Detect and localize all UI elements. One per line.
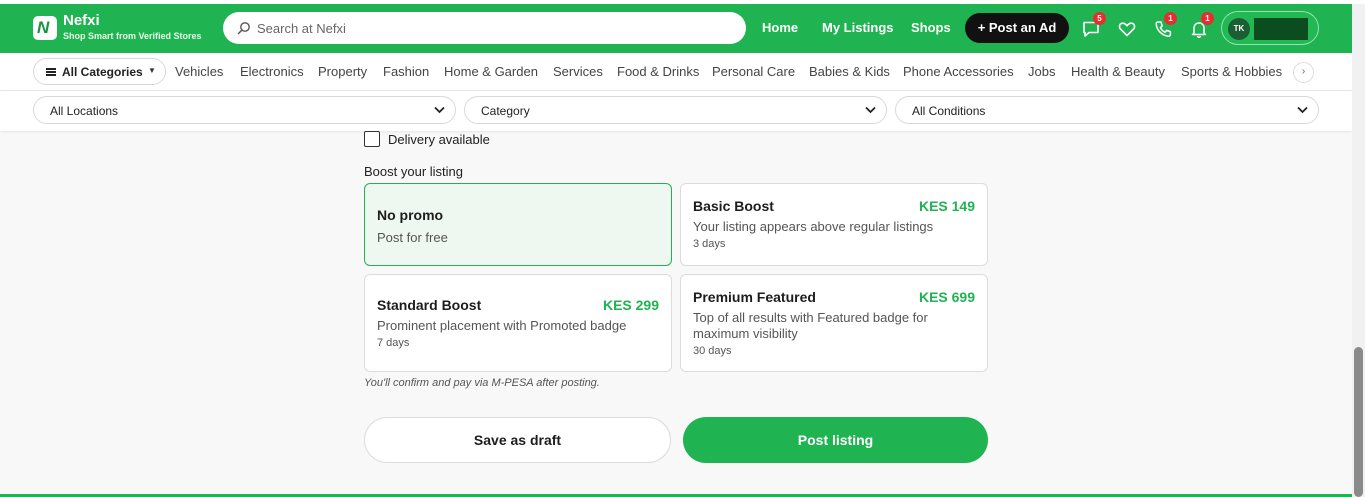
category-link[interactable]: Vehicles [175,64,223,80]
notifications-badge: 1 [1201,12,1214,25]
calls-badge: 1 [1164,12,1177,25]
category-link[interactable]: Electronics [240,64,304,80]
nav-shops-link[interactable]: Shops [911,20,951,36]
category-bar: All Categories ▼ Vehicles Electronics Pr… [0,53,1352,91]
scrollbar-thumb[interactable] [1354,347,1363,497]
payment-note: You'll confirm and pay via M-PESA after … [364,377,600,389]
category-select-value: Category [481,104,530,118]
menu-icon [46,68,56,76]
save-draft-button[interactable]: Save as draft [364,417,671,463]
nefxi-logo[interactable]: N [33,16,57,40]
boost-option-title: Premium Featured [693,289,816,305]
boost-option-price: KES 699 [918,289,975,305]
boost-option-days: 30 days [693,345,732,357]
site-header: N Nefxi Shop Smart from Verified Stores … [0,4,1352,53]
category-link[interactable]: Sports & Hobbies [1181,64,1282,80]
account-name-redacted [1254,18,1308,40]
post-listing-button[interactable]: Post listing [683,417,988,463]
condition-select[interactable]: All Conditions [895,96,1319,124]
category-link[interactable]: Phone Accessories [903,64,1014,80]
boost-option-price: KES 149 [918,198,975,214]
category-link[interactable]: Babies & Kids [809,64,890,80]
boost-option-price: KES 299 [602,297,659,313]
location-select-value: All Locations [50,104,119,118]
boost-section-title: Boost your listing [364,164,463,179]
location-select[interactable]: All Locations [33,96,456,124]
category-link[interactable]: Property [318,64,367,80]
boost-option-desc: Your listing appears above regular listi… [693,219,934,234]
category-link[interactable]: Jobs [1028,64,1055,80]
account-menu[interactable]: TK [1221,11,1319,45]
boost-option-desc: Top of all results with Featured badge f… [693,310,928,341]
search-bar[interactable] [223,12,746,44]
category-select[interactable]: Category [464,96,887,124]
boost-option-standard[interactable]: Standard Boost KES 299 Prominent placeme… [364,274,672,372]
boost-option-days: 7 days [377,337,410,349]
brand-name[interactable]: Nefxi [63,13,100,29]
nav-home-link[interactable]: Home [762,20,798,36]
category-link[interactable]: Food & Drinks [617,64,699,80]
boost-option-premium[interactable]: Premium Featured KES 699 Top of all resu… [680,274,988,372]
category-link[interactable]: Services [553,64,603,80]
category-link[interactable]: Fashion [383,64,429,80]
all-categories-label: All Categories [62,65,143,79]
category-link[interactable]: Health & Beauty [1071,64,1165,80]
category-link[interactable]: Home & Garden [444,64,538,80]
boost-option-title: No promo [377,207,444,223]
delivery-checkbox[interactable] [364,131,380,147]
chevron-down-icon [865,106,876,114]
boost-option-title: Standard Boost [377,297,482,313]
category-link[interactable]: Personal Care [712,64,795,80]
chevron-down-icon [1297,106,1308,114]
messages-badge: 5 [1093,12,1106,25]
boost-option-title: Basic Boost [693,198,774,214]
boost-option-desc: Post for free [377,230,448,245]
boost-option-days: 3 days [693,238,726,250]
boost-option-no-promo[interactable]: No promo Post for free [364,183,672,266]
post-ad-button[interactable]: + Post an Ad [965,13,1069,43]
chevron-right-icon[interactable]: › [1293,62,1314,83]
condition-select-value: All Conditions [912,104,986,118]
avatar: TK [1228,18,1250,40]
all-categories-button[interactable]: All Categories ▼ [33,58,166,85]
brand-tagline: Shop Smart from Verified Stores [63,31,202,41]
caret-down-icon: ▼ [148,66,156,75]
nav-my-listings-link[interactable]: My Listings [822,20,894,36]
boost-option-desc: Prominent placement with Promoted badge [377,318,627,333]
search-icon [237,22,250,35]
search-input[interactable] [257,18,727,38]
delivery-label[interactable]: Delivery available [388,132,490,147]
heart-icon[interactable] [1117,19,1137,39]
boost-option-basic[interactable]: Basic Boost KES 149 Your listing appears… [680,183,988,266]
filter-bar: All Locations Category All Conditions [0,91,1352,131]
chevron-down-icon [434,106,445,114]
